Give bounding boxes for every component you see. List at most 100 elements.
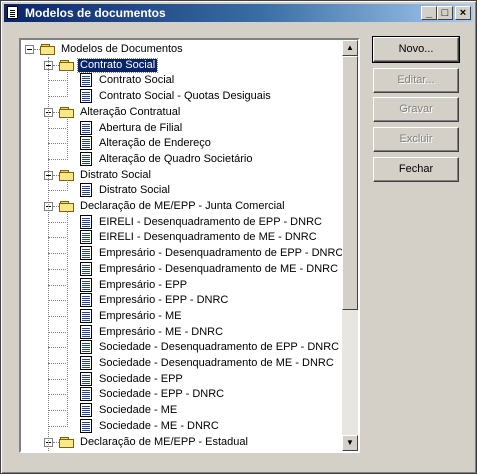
tree-document-node[interactable]: Empresário - Desenquadramento de ME - DN… [21,262,341,277]
tree-folder-node[interactable]: Alteração Contratual [21,105,341,120]
tree-document-node[interactable]: Empresário - EPP - DNRC [21,293,341,308]
tree-connector [48,394,66,395]
document-icon [78,121,94,135]
novo-button[interactable]: Novo... [372,36,460,63]
document-icon [78,387,94,401]
gravar-button[interactable]: Gravar [373,97,459,122]
document-icon [78,419,94,433]
tree-connector [48,379,66,380]
tree-node-label: Sociedade - Desenquadramento de ME - DNR… [99,357,334,369]
document-icon [78,183,94,197]
tree-connector [48,159,66,160]
tree-document-node[interactable]: Contrato Social - Quotas Desiguais [21,89,341,104]
document-icon [78,89,94,103]
document-icon [78,246,94,260]
document-icon [78,309,94,323]
tree-folder-node[interactable]: Distrato Social [21,168,341,183]
tree-node-label: Empresário - Desenquadramento de ME - DN… [99,263,339,275]
tree-node-label: Empresário - EPP [99,279,188,291]
tree-document-node[interactable]: Sociedade - EPP - DNRC [21,387,341,402]
document-icon [78,262,94,276]
maximize-button[interactable]: □ [437,6,453,20]
editar-button[interactable]: Editar... [373,68,459,93]
tree-document-node[interactable]: Sociedade - Desenquadramento de ME - DNR… [21,356,341,371]
document-icon [78,340,94,354]
tree-node-label: Contrato Social [99,74,175,86]
tree-connector [48,237,66,238]
tree-document-node[interactable]: EIRELI - Desenquadramento de ME - DNRC [21,230,341,245]
tree-node-label: Sociedade - EPP - DNRC [99,388,225,400]
tree-document-node[interactable]: Empresário - EPP [21,278,341,293]
tree-document-node[interactable]: Sociedade - EPP [21,372,341,387]
tree-connector [48,190,66,191]
document-icon [78,278,94,292]
scroll-down-arrow-icon[interactable]: ▼ [342,435,358,451]
document-icon [78,73,94,87]
title-bar[interactable]: Modelos de documentos _ □ × [4,4,473,22]
scroll-thumb[interactable] [342,56,358,310]
tree-node-label: Modelos de Documentos [61,43,183,55]
tree-connector [48,285,66,286]
tree-connector [48,269,66,270]
editar-button-label: Editar... [397,74,435,86]
tree-connector [67,117,68,160]
tree-document-node[interactable]: Sociedade - ME [21,403,341,418]
vertical-scrollbar[interactable]: ▲ ▼ [342,40,358,451]
tree-node-label: Alteração Contratual [80,106,181,118]
tree-node-label: Sociedade - Desenquadramento de EPP - DN… [99,341,340,353]
document-icon [78,372,94,386]
tree-connector [48,300,66,301]
tree-node-label: Alteração de Quadro Societário [99,153,253,165]
tree-node-label: Distrato Social [99,184,170,196]
main-window: Modelos de documentos _ □ × Modelos de D… [0,0,477,474]
tree-folder-node[interactable]: Declaração de ME/EPP - Junta Comercial [21,199,341,214]
tree-document-node[interactable]: Sociedade - ME - DNRC [21,419,341,434]
tree-folder-node[interactable]: Declaração de ME/EPP - Estadual [21,435,341,450]
tree-connector [48,143,66,144]
tree-node-label: Sociedade - ME - DNRC [99,420,219,432]
tree-connector [48,316,66,317]
tree-connector [48,426,66,427]
tree-node-label: Distrato Social [80,169,151,181]
tree-node-label: Contrato Social [76,58,159,73]
tree-document-node[interactable]: Empresário - ME - DNRC [21,325,341,340]
document-tree[interactable]: Modelos de Documentos Contrato Social Cont… [19,38,360,453]
tree-document-node[interactable]: Sociedade - Desenquadramento de EPP - DN… [21,340,341,355]
tree-folder-node[interactable]: Contrato Social [21,58,341,73]
tree-node-label: Empresário - ME - DNRC [99,326,224,338]
tree-node-label: Empresário - ME [99,310,182,322]
excluir-button[interactable]: Excluir [373,127,459,152]
tree-connector [48,128,66,129]
tree-document-node[interactable]: Empresário - Desenquadramento de EPP - D… [21,246,342,261]
folder-icon [59,436,75,449]
scroll-up-arrow-icon[interactable]: ▲ [342,40,358,56]
document-icon [78,230,94,244]
tree-node-label: Empresário - EPP - DNRC [99,294,229,306]
tree-connector [48,222,66,223]
novo-button-label: Novo... [398,43,434,55]
tree-document-node[interactable]: Abertura de Filial [21,121,341,136]
tree-document-node[interactable]: Distrato Social [21,183,341,198]
fechar-button-label: Fechar [398,163,434,175]
document-icon [78,136,94,150]
folder-icon [40,43,56,56]
tree-document-node[interactable]: Alteração de Quadro Societário [21,152,341,167]
tree-node-label: Sociedade - EPP [99,373,183,385]
excluir-button-label: Excluir [399,133,433,145]
document-app-icon [7,6,18,19]
tree-document-node[interactable]: Empresário - ME [21,309,341,324]
document-icon [78,325,94,339]
gravar-button-label: Gravar [399,103,433,115]
tree-document-node[interactable]: Alteração de Endereço [21,136,341,151]
document-icon [78,152,94,166]
collapse-icon[interactable] [25,45,34,54]
fechar-button[interactable]: Fechar [373,157,459,182]
document-icon [78,215,94,229]
tree-node-label: Sociedade - ME [99,404,178,416]
minimize-button[interactable]: _ [421,6,437,20]
tree-document-node[interactable]: Contrato Social [21,73,341,88]
tree-document-node[interactable]: EIRELI - Desenquadramento de EPP - DNRC [21,215,341,230]
tree-folder-node[interactable]: Modelos de Documentos [21,42,341,57]
window-title: Modelos de documentos [25,6,166,20]
close-button[interactable]: × [455,6,471,20]
